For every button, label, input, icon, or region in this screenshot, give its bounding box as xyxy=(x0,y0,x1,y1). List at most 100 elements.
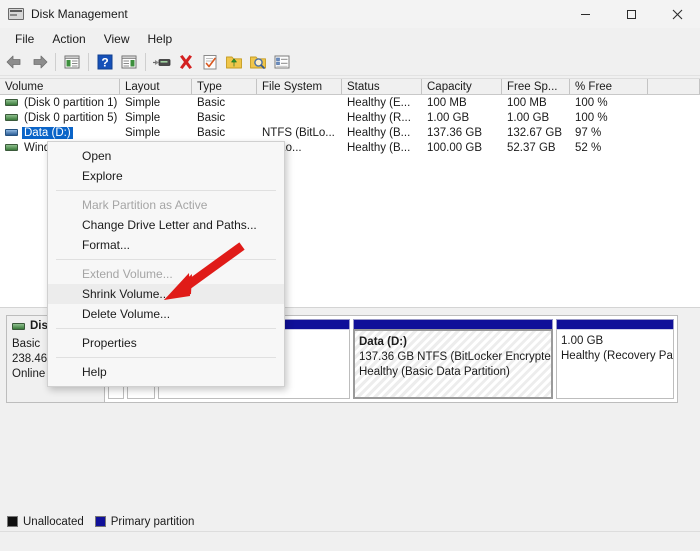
export-list-icon[interactable] xyxy=(223,51,245,73)
disk-green-icon xyxy=(12,322,25,330)
back-arrow-icon[interactable] xyxy=(4,51,26,73)
menu-item-format[interactable]: Format... xyxy=(48,235,284,255)
legend-swatch xyxy=(7,516,18,527)
cell-percent-free: 52 % xyxy=(575,141,602,154)
cell-layout: Simple xyxy=(125,126,161,139)
table-row[interactable]: (Disk 0 partition 5) Simple Basic Healthy (… xyxy=(0,110,700,125)
title-bar: Disk Management xyxy=(0,0,700,28)
cell-status: Healthy (B... xyxy=(347,126,411,139)
column-header-capacity[interactable]: Capacity xyxy=(422,79,502,94)
menu-separator xyxy=(56,190,276,191)
cell-free-space: 100 MB xyxy=(507,96,547,109)
cell-free-space: 1.00 GB xyxy=(507,111,550,124)
cell-type: Basic xyxy=(197,96,226,109)
table-row[interactable]: (Disk 0 partition 1) Simple Basic Healthy (… xyxy=(0,95,700,110)
svg-text:?: ? xyxy=(101,56,108,70)
cell-volume: (Disk 0 partition 1) xyxy=(0,97,120,109)
menu-view[interactable]: View xyxy=(95,30,139,48)
cell-free-space: 132.67 GB xyxy=(507,126,562,139)
partition-name: Data (D:) xyxy=(359,336,407,348)
cell-percent-free: 100 % xyxy=(575,96,608,109)
help-icon[interactable]: ? xyxy=(94,51,116,73)
menu-item-mark-partition-as-active: Mark Partition as Active xyxy=(82,198,208,212)
partition-block[interactable]: Data (D:) 137.36 GB NTFS (BitLocker Encry… xyxy=(353,319,553,399)
legend-item: Unallocated xyxy=(7,516,84,528)
column-header-type[interactable]: Type xyxy=(192,79,257,94)
show-hide-action-pane-icon[interactable] xyxy=(118,51,140,73)
cell-layout: Simple xyxy=(125,111,161,124)
column-header-free[interactable]: % Free xyxy=(570,79,648,94)
partition-details: Data (D:) 137.36 GB NTFS (BitLocker Encry… xyxy=(353,329,553,399)
legend-swatch xyxy=(94,516,106,527)
table-row[interactable]: Data (D:) Simple Basic NTFS (BitLo... Health… xyxy=(0,125,700,140)
menu-separator xyxy=(56,259,276,260)
column-header-volume[interactable]: Volume xyxy=(0,79,120,94)
window-controls xyxy=(562,0,700,28)
search-folder-icon[interactable] xyxy=(247,51,269,73)
menu-bar: File Action View Help xyxy=(0,28,700,49)
volume-green-icon xyxy=(5,99,18,106)
cell-capacity: 137.36 GB xyxy=(427,126,482,139)
cell-status: Healthy (R... xyxy=(347,111,411,124)
menu-item-shrink-volume[interactable]: Shrink Volume... xyxy=(48,284,284,304)
cell-status: Healthy (E... xyxy=(347,96,411,109)
partition-line-2: Healthy (Basic Data Partition) xyxy=(359,366,510,378)
cell-capacity: 100.00 GB xyxy=(427,141,482,154)
detail-view-icon[interactable] xyxy=(271,51,293,73)
volume-name: Data (D:) xyxy=(22,126,73,139)
partition-line-1: 137.36 GB NTFS (BitLocker Encrypted) xyxy=(359,351,553,363)
menu-item-delete-volume[interactable]: Delete Volume... xyxy=(48,304,284,324)
menu-item-change-drive-letter-and-paths[interactable]: Change Drive Letter and Paths... xyxy=(48,215,284,235)
menu-file[interactable]: File xyxy=(6,30,43,48)
menu-item-explore[interactable]: Explore xyxy=(48,166,284,186)
menu-item-properties[interactable]: Properties xyxy=(48,333,284,353)
properties-check-icon[interactable] xyxy=(199,51,221,73)
close-button[interactable] xyxy=(654,0,700,28)
menu-item-open[interactable]: Open xyxy=(48,146,284,166)
toolbar-separator xyxy=(88,53,89,71)
volume-name: (Disk 0 partition 1) xyxy=(24,96,118,109)
cell-percent-free: 97 % xyxy=(575,126,602,139)
volume-name: (Disk 0 partition 5) xyxy=(24,111,118,124)
disk-management-window: Disk Management File Action View Help ? … xyxy=(0,0,700,551)
menu-help[interactable]: Help xyxy=(139,30,182,48)
toolbar: ? xyxy=(0,49,700,76)
delete-icon[interactable] xyxy=(175,51,197,73)
menu-item-help[interactable]: Help xyxy=(48,362,284,382)
cell-type: Basic xyxy=(197,111,226,124)
rescan-disks-icon[interactable] xyxy=(151,51,173,73)
empty-pane-area xyxy=(0,408,700,512)
legend-bar: Unallocated Primary partition xyxy=(0,512,700,532)
cell-layout: Simple xyxy=(125,96,161,109)
forward-arrow-icon[interactable] xyxy=(28,51,50,73)
partition-type-bar xyxy=(353,319,553,329)
legend-item: Primary partition xyxy=(94,516,194,528)
partition-block[interactable]: 1.00 GB Healthy (Recovery Pa xyxy=(556,319,674,399)
menu-separator xyxy=(56,357,276,358)
column-header-status[interactable]: Status xyxy=(342,79,422,94)
menu-action[interactable]: Action xyxy=(43,30,94,48)
status-bar xyxy=(0,533,700,551)
cell-volume: Data (D:) xyxy=(0,126,120,139)
menu-separator xyxy=(56,328,276,329)
toolbar-separator xyxy=(145,53,146,71)
column-header-free-sp[interactable]: Free Sp... xyxy=(502,79,570,94)
toolbar-separator xyxy=(55,53,56,71)
window-title: Disk Management xyxy=(31,7,128,21)
column-header-file-system[interactable]: File System xyxy=(257,79,342,94)
cell-file-system: NTFS (BitLo... xyxy=(262,126,335,139)
show-hide-console-tree-icon[interactable] xyxy=(61,51,83,73)
minimize-button[interactable] xyxy=(562,0,608,28)
volume-table-header: Volume Layout Type File System Status Capacit… xyxy=(0,78,700,95)
column-header-blank[interactable] xyxy=(648,79,700,94)
volume-context-menu[interactable]: Open Explore Mark Partition as Active Chang… xyxy=(47,141,285,387)
maximize-button[interactable] xyxy=(608,0,654,28)
disk-management-icon xyxy=(8,6,24,22)
cell-capacity: 1.00 GB xyxy=(427,111,470,124)
menu-item-extend-volume: Extend Volume... xyxy=(82,267,173,281)
partition-line-2: Healthy (Recovery Pa xyxy=(561,350,673,362)
column-header-layout[interactable]: Layout xyxy=(120,79,192,94)
volume-blue-icon xyxy=(5,129,18,136)
partition-type-bar xyxy=(556,319,674,329)
legend-label: Unallocated xyxy=(23,515,84,528)
